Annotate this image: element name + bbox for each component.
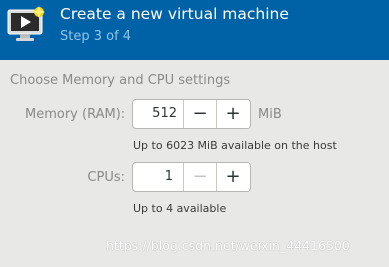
- cpus-label: CPUs:: [87, 170, 125, 185]
- memory-value-input[interactable]: 512: [133, 100, 183, 128]
- cpus-value-input[interactable]: 1: [133, 163, 183, 191]
- cpus-spinbutton[interactable]: 1 − +: [132, 162, 251, 192]
- cpus-availability-hint: Up to 4 available: [133, 202, 227, 215]
- cpus-decrement-button[interactable]: −: [183, 163, 216, 191]
- memory-unit-label: MiB: [258, 107, 282, 122]
- memory-decrement-button[interactable]: −: [183, 100, 216, 128]
- wizard-step-indicator: Step 3 of 4: [60, 29, 132, 44]
- virtual-machine-monitor-icon: [7, 6, 45, 41]
- memory-spinbutton[interactable]: 512 − +: [132, 99, 251, 129]
- memory-increment-button[interactable]: +: [216, 100, 249, 128]
- watermark-text: https://blog.csdn.net/weixin_44416500: [106, 238, 350, 253]
- memory-label: Memory (RAM):: [25, 107, 126, 122]
- wizard-header: Create a new virtual machine Step 3 of 4: [0, 0, 389, 60]
- wizard-title: Create a new virtual machine: [60, 5, 289, 23]
- section-title: Choose Memory and CPU settings: [10, 73, 231, 88]
- memory-availability-hint: Up to 6023 MiB available on the host: [133, 139, 337, 152]
- cpus-increment-button[interactable]: +: [216, 163, 249, 191]
